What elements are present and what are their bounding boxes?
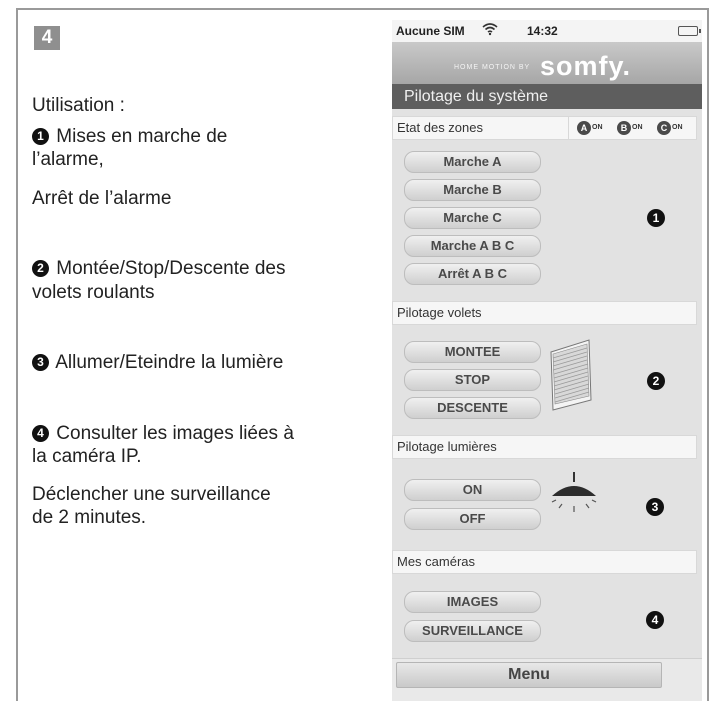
brand-tagline: HOME MOTION BY: [454, 64, 531, 71]
item1-line2: l’alarme,: [32, 149, 104, 170]
shutters-section-label: Pilotage volets: [392, 301, 697, 325]
ceiling-lamp-icon: [550, 472, 598, 523]
phone-screen: Aucune SIM 14:32 HOME MOTION BY somfy. P…: [392, 20, 702, 701]
item1-text1: Mises en marche de: [56, 126, 228, 147]
surveillance-button[interactable]: SURVEILLANCE: [404, 620, 541, 642]
marche-c-button[interactable]: Marche C: [404, 207, 541, 229]
zone-status-badges: A ON B ON C ON: [568, 116, 697, 140]
item1-line3: Arrêt de l’alarme: [32, 188, 172, 209]
item2-line2: volets roulants: [32, 282, 155, 303]
menu-button[interactable]: Menu: [396, 662, 662, 688]
light-on-button[interactable]: ON: [404, 479, 541, 501]
callout-3: 3: [646, 498, 664, 516]
frame-right-border: [707, 8, 709, 701]
zone-b-badge: B ON: [617, 121, 643, 135]
item4-text1: Consulter les images liées à: [56, 423, 294, 444]
frame-left-border: [16, 8, 18, 701]
zones-label: Etat des zones: [392, 116, 570, 140]
lights-section-label: Pilotage lumières: [392, 435, 697, 459]
callout-3-marker: 3: [32, 354, 49, 371]
page-title: Pilotage du système: [392, 84, 702, 109]
frame-top-border: [16, 8, 709, 10]
item1-line1: 1 Mises en marche de: [32, 126, 227, 148]
somfy-logo: somfy.: [540, 51, 632, 81]
wifi-icon: [482, 22, 498, 39]
item4-line4: de 2 minutes.: [32, 507, 147, 528]
callout-1-marker: 1: [32, 128, 49, 145]
carrier-label: Aucune SIM: [396, 24, 465, 38]
usage-heading: Utilisation :: [32, 95, 125, 116]
callout-4-marker: 4: [32, 425, 49, 442]
arret-abc-button[interactable]: Arrêt A B C: [404, 263, 541, 285]
step-badge: 4: [34, 26, 60, 50]
item2-text1: Montée/Stop/Descente des: [56, 258, 286, 279]
montee-button[interactable]: MONTEE: [404, 341, 541, 363]
marche-a-button[interactable]: Marche A: [404, 151, 541, 173]
item3-line1: 3 Allumer/Eteindre la lumière: [32, 352, 283, 374]
light-off-button[interactable]: OFF: [404, 508, 541, 530]
status-time: 14:32: [527, 24, 558, 38]
callout-1: 1: [647, 209, 665, 227]
item3-text1: Allumer/Eteindre la lumière: [55, 352, 284, 373]
zone-c-badge: C ON: [657, 121, 683, 135]
item4-line2: la caméra IP.: [32, 446, 142, 467]
zones-header: Etat des zones A ON B ON C ON: [392, 116, 697, 140]
item4-line3: Déclencher une surveillance: [32, 484, 271, 505]
callout-4: 4: [646, 611, 664, 629]
cameras-section-label: Mes caméras: [392, 550, 697, 574]
descente-button[interactable]: DESCENTE: [404, 397, 541, 419]
marche-abc-button[interactable]: Marche A B C: [404, 235, 541, 257]
roller-shutter-icon: [549, 338, 593, 419]
marche-b-button[interactable]: Marche B: [404, 179, 541, 201]
images-button[interactable]: IMAGES: [404, 591, 541, 613]
zone-a-badge: A ON: [577, 121, 603, 135]
brand-bar: HOME MOTION BY somfy.: [392, 42, 702, 84]
callout-2-marker: 2: [32, 260, 49, 277]
item2-line1: 2 Montée/Stop/Descente des: [32, 258, 285, 280]
battery-icon: [678, 26, 701, 36]
item4-line1: 4 Consulter les images liées à: [32, 423, 294, 445]
callout-2: 2: [647, 372, 665, 390]
status-bar: Aucune SIM 14:32: [392, 20, 702, 42]
stop-button[interactable]: STOP: [404, 369, 541, 391]
